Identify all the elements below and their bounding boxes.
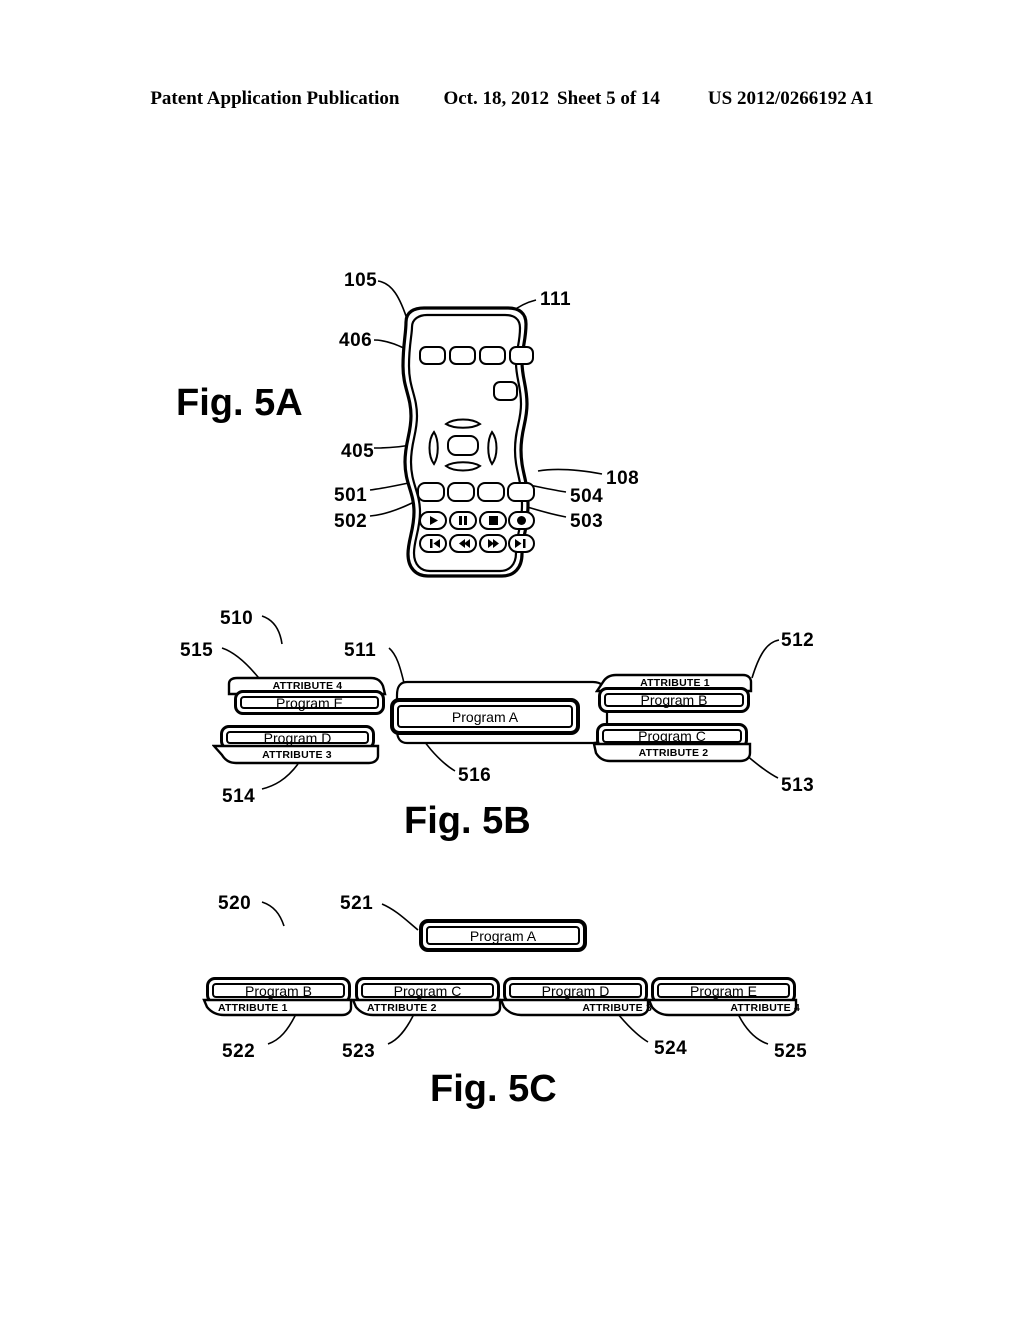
header-sheet: Sheet 5 of 14 — [557, 88, 660, 109]
program-label: Program C — [361, 983, 494, 999]
attribute-label-5c-e: ATTRIBUTE 4 — [647, 998, 800, 1018]
ref-514: 514 — [222, 786, 256, 807]
dpad-center-icon — [447, 435, 479, 456]
header-date: Oct. 18, 2012 — [443, 88, 550, 109]
attribute-text: ATTRIBUTE 2 — [638, 747, 709, 759]
attribute-text: ATTRIBUTE 4 — [730, 1002, 800, 1014]
ref-105: 105 — [344, 270, 378, 291]
dpad-up-icon — [444, 418, 482, 429]
program-box-5b-e[interactable]: Program E — [234, 690, 385, 715]
program-label: Program A — [397, 705, 573, 728]
program-label: Program B — [604, 692, 744, 708]
ref-108: 108 — [606, 468, 640, 489]
fig5b-leader-lines — [221, 615, 780, 790]
ref-510: 510 — [220, 608, 254, 629]
ref-520: 520 — [218, 893, 252, 914]
ref-524: 524 — [654, 1038, 688, 1059]
program-label: Program E — [240, 695, 379, 711]
fig5c-leader-lines — [261, 901, 769, 1045]
record-icon — [517, 516, 526, 525]
program-label: Program E — [657, 983, 790, 999]
ref-511: 511 — [344, 640, 377, 661]
header-publication: Patent Application Publication — [150, 88, 400, 109]
ref-521: 521 — [340, 893, 374, 914]
figure-title-5c: Fig. 5C — [430, 1068, 557, 1110]
ref-503: 503 — [570, 511, 604, 532]
program-label: Program D — [509, 983, 642, 999]
attribute-text: ATTRIBUTE 1 — [218, 1002, 288, 1014]
dpad-down-icon — [444, 461, 482, 472]
ref-501: 501 — [334, 485, 368, 506]
ref-512: 512 — [781, 630, 815, 651]
stop-icon — [489, 516, 498, 525]
ref-522: 522 — [222, 1041, 256, 1062]
ref-516: 516 — [458, 765, 492, 786]
header-patent-number: US 2012/0266192 A1 — [707, 88, 874, 109]
page-header: Patent Application Publication Oct. 18, … — [0, 88, 1024, 110]
remote-control-device — [401, 306, 535, 578]
program-label: Program D — [226, 730, 369, 746]
figure-title-5a: Fig. 5A — [176, 382, 303, 424]
program-label: Program A — [426, 926, 580, 945]
attribute-label-5c-d: ATTRIBUTE 3 — [499, 998, 652, 1018]
program-label: Program C — [602, 728, 742, 744]
program-label: Program B — [212, 983, 345, 999]
attribute-label-5c-c: ATTRIBUTE 2 — [351, 998, 504, 1018]
ref-405: 405 — [341, 441, 375, 462]
attribute-text: ATTRIBUTE 3 — [262, 749, 332, 761]
ref-504: 504 — [570, 486, 604, 507]
attribute-label-5b-d: ATTRIBUTE 3 — [212, 744, 382, 766]
fig5a-leader-lines — [369, 280, 603, 518]
pause-icon — [459, 516, 462, 525]
ref-515: 515 — [180, 640, 214, 661]
dpad-left-icon — [428, 430, 439, 466]
ref-406: 406 — [339, 330, 373, 351]
attribute-label-5b-c: ATTRIBUTE 2 — [592, 742, 755, 764]
ref-502: 502 — [334, 511, 368, 532]
program-box-5b-a[interactable]: Program A — [390, 698, 580, 735]
figure-title-5b: Fig. 5B — [404, 800, 531, 842]
ref-525: 525 — [774, 1041, 808, 1062]
attribute-label-5c-b: ATTRIBUTE 1 — [202, 998, 355, 1018]
dpad-right-icon — [487, 430, 498, 466]
program-box-5b-b[interactable]: Program B — [598, 687, 750, 713]
ref-513: 513 — [781, 775, 815, 796]
remote-mid-button — [493, 381, 518, 401]
ref-523: 523 — [342, 1041, 376, 1062]
attribute-text: ATTRIBUTE 2 — [367, 1002, 437, 1014]
program-box-5c-a[interactable]: Program A — [419, 919, 587, 952]
